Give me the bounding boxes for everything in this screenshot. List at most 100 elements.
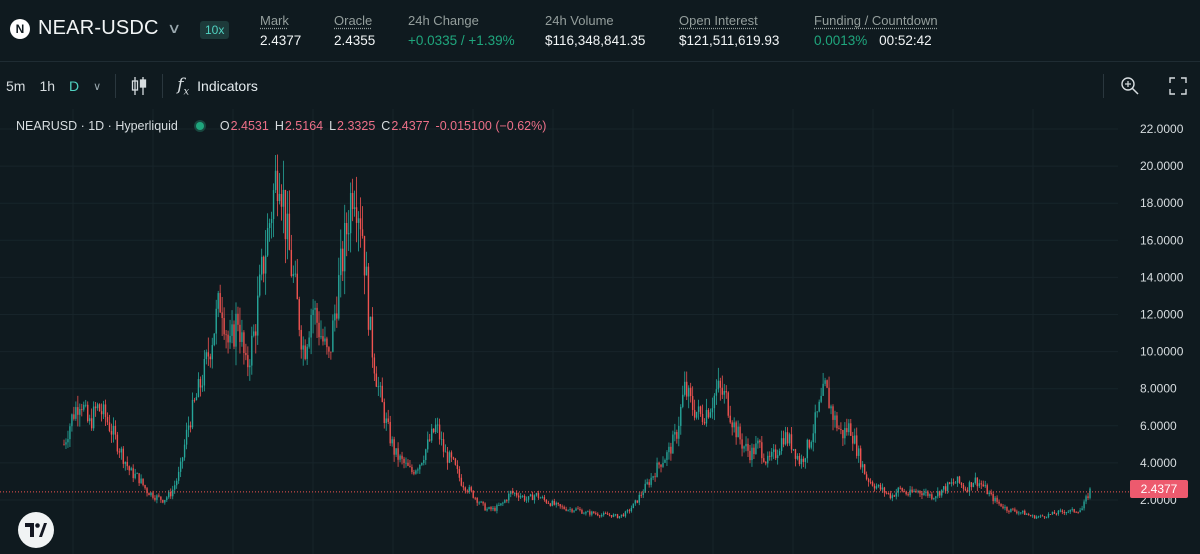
candle (320, 336, 322, 338)
chart-right-tools (1103, 63, 1200, 109)
candle (458, 469, 461, 478)
price-chart[interactable]: 22.0000 20.0000 18.0000 16.0000 14.0000 12.00… (0, 109, 1200, 554)
candle (664, 459, 666, 463)
candle (634, 500, 637, 504)
candle (425, 449, 427, 460)
divider (1103, 74, 1104, 98)
y-tick-label: 4.0000 (1140, 456, 1177, 470)
candle (185, 429, 188, 445)
candle (1002, 506, 1004, 509)
candle (488, 507, 490, 509)
candle (539, 497, 542, 499)
candlestick-chart[interactable]: 22.0000 20.0000 18.0000 16.0000 14.0000 12.00… (0, 109, 1200, 554)
candle (792, 449, 795, 450)
candle (654, 476, 656, 478)
pair-selector[interactable]: N NEAR-USDC ∨ (10, 17, 181, 40)
candle (373, 357, 376, 374)
candle (784, 432, 787, 445)
candle (772, 449, 775, 452)
candle (543, 497, 546, 500)
candle (1075, 512, 1077, 513)
candle (88, 418, 91, 422)
candle (666, 452, 668, 460)
candle (1047, 514, 1050, 518)
candle (658, 462, 660, 465)
candlestick-icon[interactable] (130, 76, 148, 96)
candle (858, 448, 860, 456)
fullscreen-icon[interactable] (1164, 72, 1192, 100)
stat-label[interactable]: Mark (260, 13, 301, 28)
candle (419, 464, 421, 470)
candle (810, 442, 812, 448)
candle (1045, 517, 1048, 518)
candle (684, 381, 686, 395)
candle (300, 329, 302, 350)
candle (527, 496, 530, 500)
candle (757, 440, 759, 444)
candle (197, 379, 200, 398)
candle (193, 399, 196, 401)
candle (952, 482, 955, 484)
candle (369, 316, 372, 330)
stat-label: 24h Volume (545, 13, 614, 28)
stat-label[interactable]: Funding / Countdown (814, 13, 938, 28)
candle (672, 434, 674, 454)
candle (255, 331, 257, 336)
candle (994, 497, 996, 502)
candle (705, 409, 708, 424)
candle (628, 510, 631, 512)
leverage-badge[interactable]: 10x (200, 21, 230, 39)
candle (375, 373, 378, 387)
candle (964, 488, 967, 491)
candle (345, 222, 348, 235)
candle (183, 444, 186, 458)
legend-change: -0.015100 (−0.62%) (435, 119, 547, 133)
candle (561, 506, 563, 508)
candle (806, 439, 809, 459)
candle (389, 421, 391, 444)
candle (338, 275, 340, 319)
y-tick-label: 22.0000 (1140, 122, 1184, 136)
stat-label[interactable]: Oracle (334, 13, 375, 28)
candle (1006, 506, 1008, 511)
candle (470, 487, 472, 491)
candle (199, 379, 202, 388)
pair-name[interactable]: NEAR-USDC (38, 17, 159, 40)
candle (296, 273, 298, 300)
candle (557, 502, 559, 505)
candle (978, 483, 980, 487)
candle (168, 492, 170, 498)
indicators-button[interactable]: fx Indicators (177, 75, 258, 97)
timeframe-1h[interactable]: 1h (39, 78, 55, 94)
candle (1067, 511, 1069, 513)
stat-label[interactable]: Open Interest (679, 13, 779, 28)
candle (162, 499, 164, 503)
timeframe-5m[interactable]: 5m (6, 78, 25, 94)
candle (442, 439, 445, 452)
tradingview-logo-icon[interactable] (18, 512, 54, 548)
candle (357, 218, 360, 223)
candle (219, 293, 221, 313)
chevron-down-icon[interactable]: ∨ (167, 20, 181, 37)
candle (96, 404, 99, 409)
candle (913, 490, 915, 492)
y-tick-label: 16.0000 (1140, 233, 1184, 247)
candle (316, 307, 318, 323)
candle (241, 332, 243, 342)
candle (77, 407, 79, 415)
candle (1028, 514, 1030, 516)
candle (276, 170, 279, 201)
chevron-down-icon[interactable]: ∨ (93, 80, 101, 93)
candle (925, 491, 927, 493)
timeframe-d[interactable]: D (69, 78, 79, 94)
candle (632, 503, 635, 509)
candle (670, 446, 672, 454)
candle (755, 443, 757, 455)
candle (960, 482, 963, 486)
candle (383, 402, 385, 424)
candle (786, 432, 789, 444)
candle (124, 461, 126, 464)
candle (836, 415, 838, 429)
zoom-icon[interactable] (1116, 72, 1144, 100)
candle (567, 509, 569, 511)
